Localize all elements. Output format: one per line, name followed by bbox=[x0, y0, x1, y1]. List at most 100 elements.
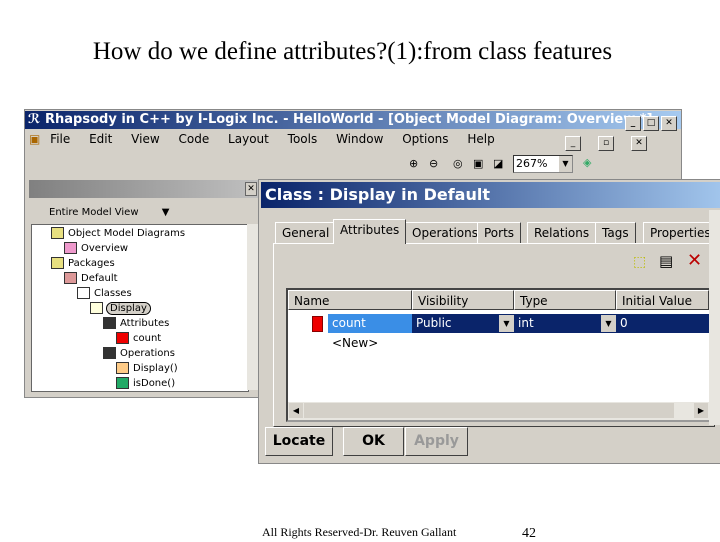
menu-view[interactable]: View bbox=[131, 132, 159, 146]
tree-item[interactable]: count bbox=[116, 332, 161, 344]
zoom-out-icon[interactable]: ⊖ bbox=[429, 157, 438, 170]
class-features-dialog: Class : Display in Default General Attri… bbox=[258, 179, 720, 464]
tree-item-label: isDone() bbox=[133, 378, 176, 389]
tree-item[interactable]: Attributes bbox=[103, 317, 169, 329]
tree-item[interactable]: Object Model Diagrams bbox=[51, 227, 185, 239]
menu-bar: ▣ File Edit View Code Layout Tools Windo… bbox=[25, 130, 681, 151]
operations-icon bbox=[103, 347, 116, 359]
close-button[interactable]: ✕ bbox=[661, 116, 677, 131]
slide-title: How do we define attributes?(1):from cla… bbox=[92, 38, 613, 65]
scroll-thumb[interactable] bbox=[304, 403, 674, 418]
tree-item-label: Display() bbox=[133, 363, 178, 374]
model-tree: Object Model Diagrams Overview Packages Def… bbox=[31, 224, 249, 392]
menu-options[interactable]: Options bbox=[402, 132, 448, 146]
visibility-select[interactable]: Public ▼ bbox=[412, 314, 514, 333]
doc-close-button[interactable]: ✕ bbox=[631, 136, 647, 151]
layers-icon[interactable]: ◈ bbox=[583, 156, 591, 169]
main-title-bar: ℛ Rhapsody in C++ by I-Logix Inc. - Hell… bbox=[25, 111, 681, 131]
apply-button[interactable]: Apply bbox=[405, 427, 468, 456]
minimize-button[interactable]: _ bbox=[625, 116, 641, 131]
attribute-icon bbox=[312, 316, 323, 332]
classes-icon bbox=[77, 287, 90, 299]
tree-item-label: Display bbox=[106, 302, 151, 315]
tab-relations[interactable]: Relations bbox=[527, 222, 597, 243]
tree-item[interactable]: isDone() bbox=[116, 377, 175, 389]
tab-attributes[interactable]: Attributes bbox=[333, 219, 407, 244]
fit-window-icon[interactable]: ▣ bbox=[473, 157, 483, 170]
menu-edit[interactable]: Edit bbox=[89, 132, 112, 146]
menu-help[interactable]: Help bbox=[467, 132, 494, 146]
maximize-button[interactable]: □ bbox=[643, 116, 659, 131]
browser-header: ✕ bbox=[29, 180, 259, 198]
folder-icon bbox=[51, 227, 64, 239]
tree-item-label: Packages bbox=[68, 258, 115, 269]
menu-file[interactable]: File bbox=[50, 132, 70, 146]
type-value: int bbox=[518, 316, 534, 330]
cell-initial-value[interactable]: 0 bbox=[616, 314, 709, 333]
footer-copyright: All Rights Reserved-Dr. Reuven Gallant bbox=[262, 525, 457, 539]
column-header-visibility[interactable]: Visibility bbox=[412, 290, 514, 310]
app-icon: ℛ bbox=[28, 112, 41, 127]
column-header-initial-value[interactable]: Initial Value bbox=[616, 290, 709, 310]
folder-icon bbox=[51, 257, 64, 269]
operation-icon bbox=[116, 377, 129, 389]
chevron-down-icon[interactable]: ▼ bbox=[499, 315, 514, 332]
tree-item[interactable]: Default bbox=[64, 272, 118, 284]
new-attribute-row[interactable]: <New> bbox=[332, 336, 378, 350]
zoom-select[interactable]: 267% ▼ bbox=[513, 155, 573, 173]
tree-item-label: Attributes bbox=[120, 318, 170, 329]
tree-item[interactable]: Overview bbox=[64, 242, 128, 254]
tree-item[interactable]: Display bbox=[90, 302, 151, 315]
ok-button[interactable]: OK bbox=[343, 427, 404, 456]
tree-item-label: Overview bbox=[81, 243, 129, 254]
horizontal-scrollbar[interactable]: ◀ ▶ bbox=[288, 402, 709, 420]
scroll-right-icon[interactable]: ▶ bbox=[694, 403, 708, 418]
attribute-icon bbox=[116, 332, 129, 344]
undo-zoom-icon[interactable]: ◪ bbox=[493, 157, 503, 170]
tree-item[interactable]: Classes bbox=[77, 287, 132, 299]
scroll-left-icon[interactable]: ◀ bbox=[289, 403, 303, 418]
tab-properties[interactable]: Properties bbox=[643, 222, 718, 243]
tab-tags[interactable]: Tags bbox=[595, 222, 636, 243]
menu-code[interactable]: Code bbox=[178, 132, 209, 146]
properties-icon[interactable]: ▤ bbox=[659, 252, 673, 270]
tree-item[interactable]: Packages bbox=[51, 257, 115, 269]
chevron-down-icon[interactable]: ▼ bbox=[162, 207, 170, 218]
close-icon[interactable]: ✕ bbox=[245, 182, 257, 196]
doc-restore-button[interactable]: ▫ bbox=[598, 136, 614, 151]
zoom-to-fit-icon[interactable]: ◎ bbox=[453, 157, 463, 170]
column-header-name[interactable]: Name bbox=[288, 290, 412, 310]
tab-operations[interactable]: Operations bbox=[405, 222, 485, 243]
doc-minimize-button[interactable]: _ bbox=[565, 136, 581, 151]
constructor-icon bbox=[116, 362, 129, 374]
type-select[interactable]: int ▼ bbox=[514, 314, 616, 333]
chevron-down-icon[interactable]: ▼ bbox=[559, 156, 572, 172]
view-label: Entire Model View bbox=[49, 207, 139, 218]
new-attribute-icon[interactable]: ⬚ bbox=[633, 254, 646, 270]
class-icon bbox=[90, 302, 103, 314]
cell-name[interactable]: count bbox=[328, 314, 412, 333]
tree-item[interactable]: Display() bbox=[116, 362, 178, 374]
view-selector[interactable]: Entire Model View ▼ bbox=[49, 207, 169, 218]
dialog-vertical-scrollbar[interactable] bbox=[709, 210, 720, 425]
tree-item[interactable]: Operations bbox=[103, 347, 175, 359]
tab-general[interactable]: General bbox=[275, 222, 337, 243]
delete-icon[interactable]: ✕ bbox=[687, 250, 702, 271]
tab-ports[interactable]: Ports bbox=[477, 222, 522, 243]
visibility-value: Public bbox=[416, 316, 452, 330]
model-browser: ✕ Entire Model View ▼ Object Model Diagr… bbox=[29, 180, 259, 394]
menu-layout[interactable]: Layout bbox=[228, 132, 269, 146]
tree-item-label: Operations bbox=[120, 348, 175, 359]
menu-tools[interactable]: Tools bbox=[288, 132, 318, 146]
attributes-table: Name Visibility Type Initial Value count… bbox=[286, 288, 711, 422]
zoom-toolbar: ⊕ ⊖ ◎ ▣ ◪ 267% ▼ ◈ bbox=[405, 151, 681, 179]
main-window-title: Rhapsody in C++ by I-Logix Inc. - HelloW… bbox=[45, 112, 653, 127]
column-header-type[interactable]: Type bbox=[514, 290, 616, 310]
zoom-in-icon[interactable]: ⊕ bbox=[409, 157, 418, 170]
chevron-down-icon[interactable]: ▼ bbox=[601, 315, 616, 332]
package-icon bbox=[64, 272, 77, 284]
menu-window[interactable]: Window bbox=[336, 132, 383, 146]
locate-button[interactable]: Locate bbox=[265, 427, 333, 456]
zoom-value: 267% bbox=[516, 157, 548, 170]
tree-item-label: count bbox=[133, 333, 162, 344]
